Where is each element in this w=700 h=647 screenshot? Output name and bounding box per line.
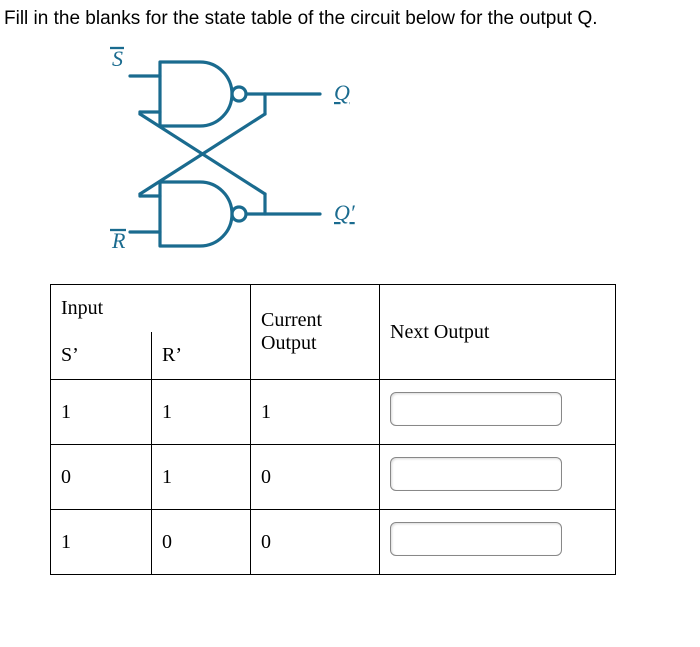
label-s-bar: S [112, 46, 123, 71]
answer-field[interactable] [390, 392, 562, 426]
header-next-output: Next Output [380, 285, 616, 380]
cell-r: 1 [152, 380, 251, 445]
header-s-prime: S’ [51, 332, 152, 380]
cell-r: 0 [152, 510, 251, 575]
cell-next [380, 380, 616, 445]
header-current-output: Current Output [251, 285, 380, 380]
circuit-diagram: S R Q Q′ [90, 44, 370, 264]
cell-next [380, 510, 616, 575]
state-table: Input Current Output Next Output S’ R’ 1… [50, 284, 616, 575]
cell-current: 0 [251, 510, 380, 575]
label-q-prime: Q′ [334, 200, 356, 225]
cell-s: 0 [51, 445, 152, 510]
question-text: Fill in the blanks for the state table o… [0, 0, 700, 30]
answer-field[interactable] [390, 457, 562, 491]
label-r-bar: R [111, 228, 126, 253]
label-q: Q [334, 80, 350, 105]
cell-next [380, 445, 616, 510]
table-row: 0 1 0 [51, 445, 616, 510]
header-input: Input [51, 285, 251, 333]
cell-r: 1 [152, 445, 251, 510]
table-row: 1 0 0 [51, 510, 616, 575]
answer-field[interactable] [390, 522, 562, 556]
cell-s: 1 [51, 380, 152, 445]
cell-current: 0 [251, 445, 380, 510]
header-r-prime: R’ [152, 332, 251, 380]
cell-current: 1 [251, 380, 380, 445]
table-row: 1 1 1 [51, 380, 616, 445]
cell-s: 1 [51, 510, 152, 575]
